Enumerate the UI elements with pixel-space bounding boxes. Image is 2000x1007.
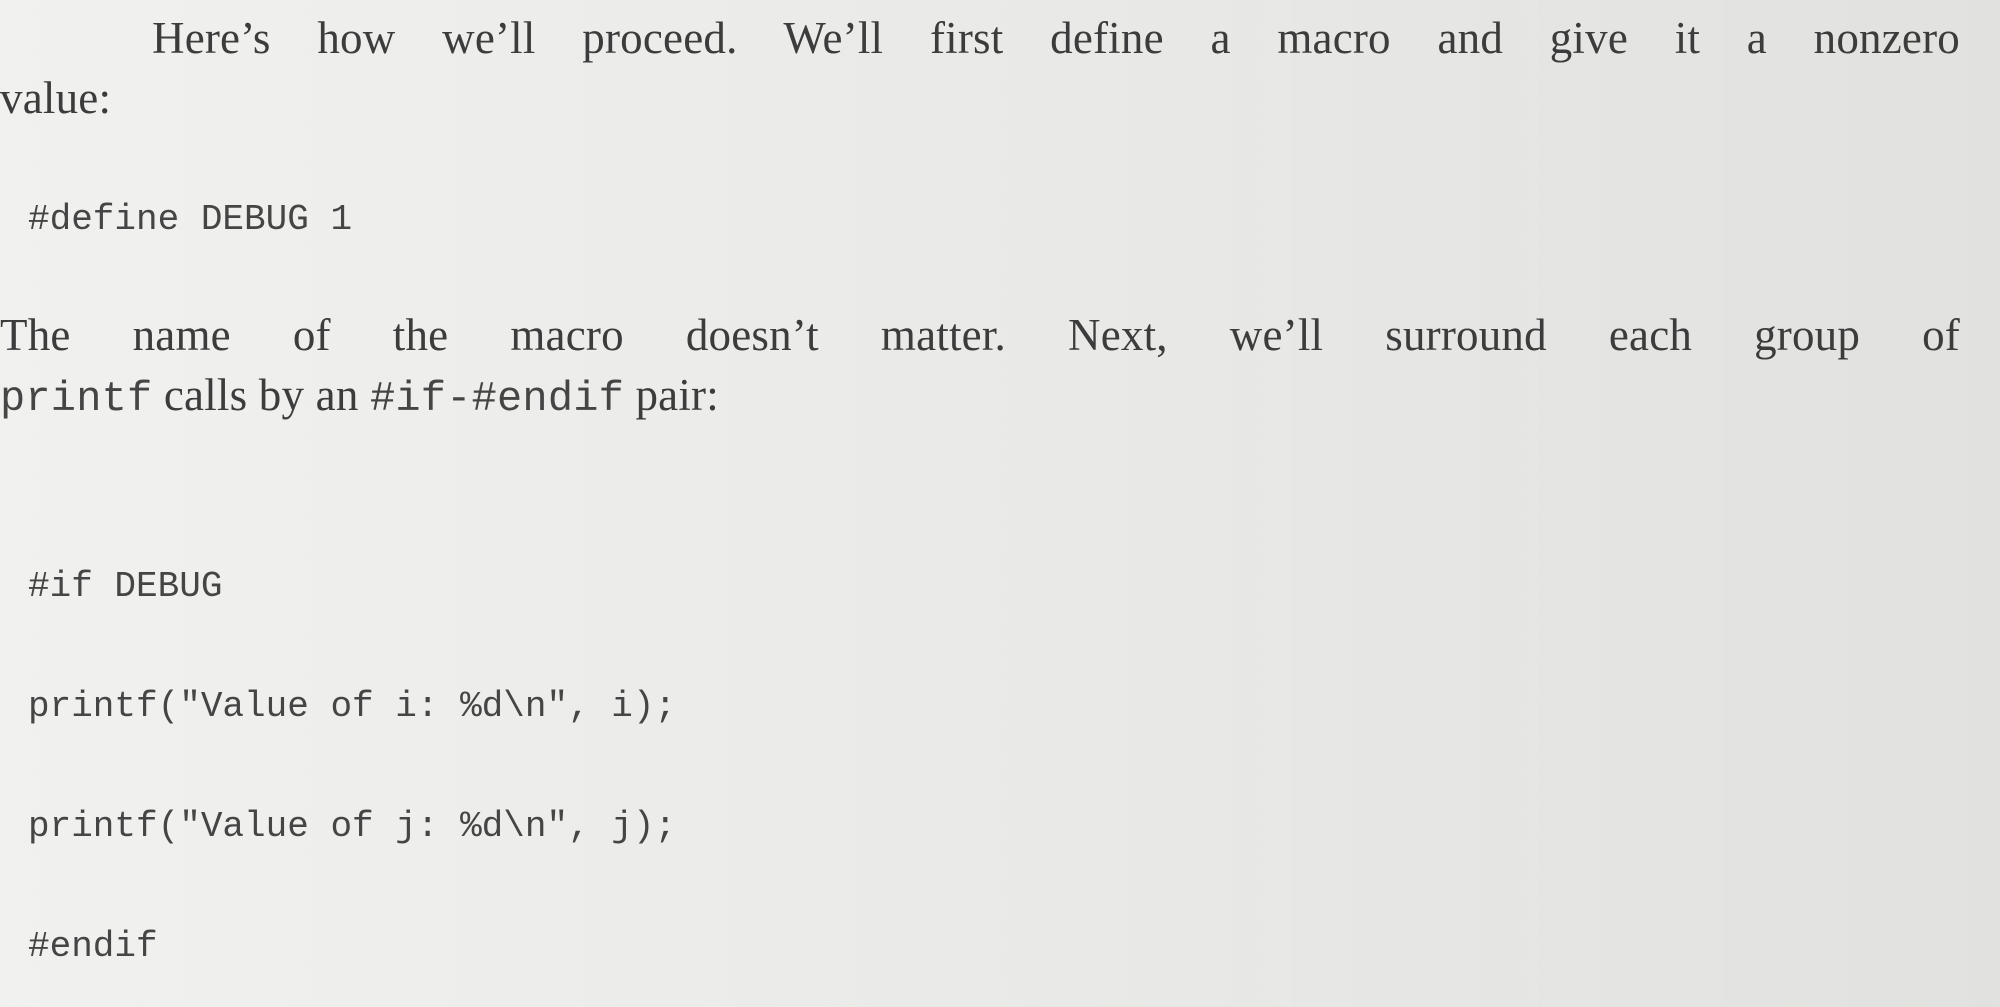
paragraph-macro-line1: The name of the macro doesn’t matter. Ne… (0, 310, 1960, 360)
paragraph-intro-line1: Here’s how we’ll proceed. We’ll first de… (0, 8, 1960, 68)
inline-text: calls by an (152, 370, 370, 420)
inline-code-if-endif: #if-#endif (369, 375, 625, 423)
code-define-line: #define DEBUG 1 (28, 199, 353, 240)
code-block: #if DEBUG printf("Value of i: %d\n", i);… (28, 487, 676, 1007)
code-line: printf("Value of i: %d\n", i); (28, 686, 677, 727)
paragraph-text: Here’s how we’ll proceed. We’ll first de… (152, 13, 1960, 63)
inline-text: pair: (624, 370, 719, 420)
code-line: printf("Value of j: %d\n", j); (28, 806, 677, 847)
code-line: #endif (28, 926, 158, 967)
code-line: #if DEBUG (28, 566, 223, 607)
inline-code-printf: printf (0, 375, 153, 423)
paragraph-intro-line2: value: (0, 73, 112, 123)
paragraph-macro-line2: printf calls by an #if-#endif pair: (0, 365, 2000, 429)
